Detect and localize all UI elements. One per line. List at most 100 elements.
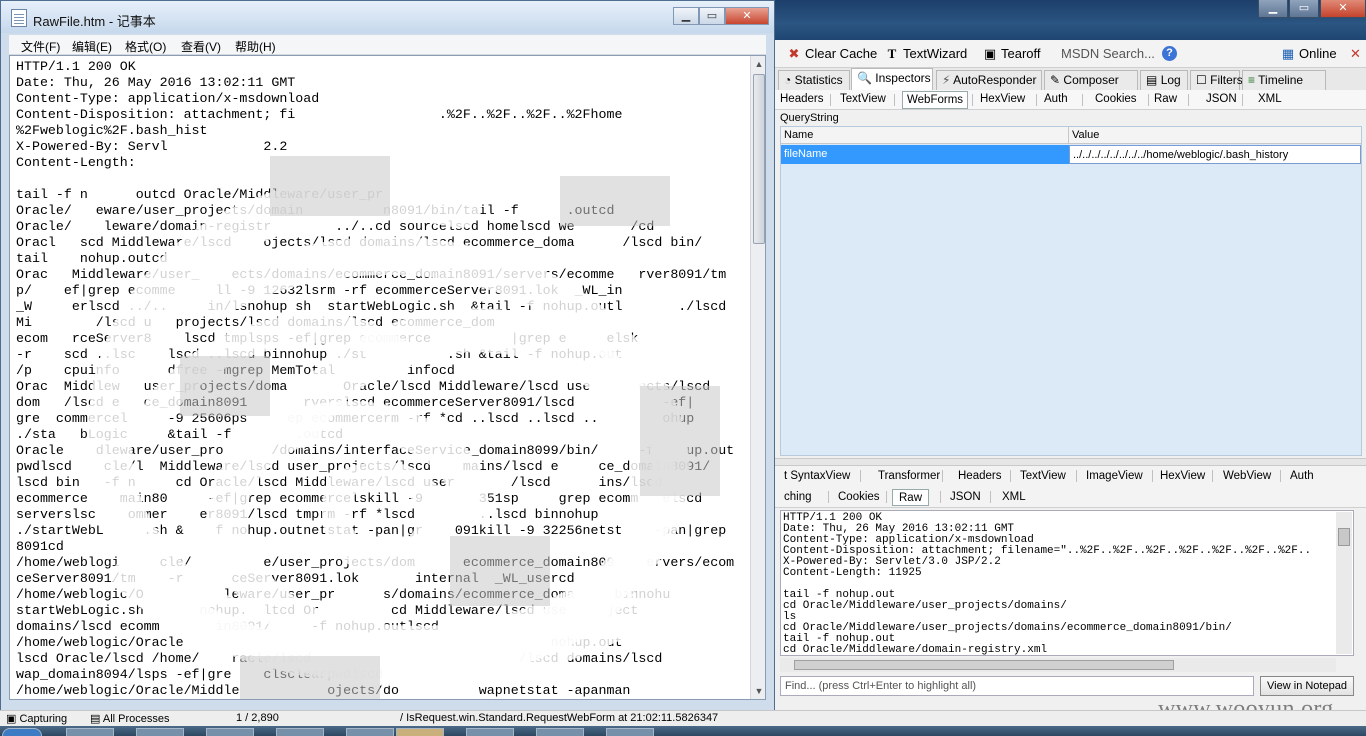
scrollbar-thumb[interactable] <box>1338 528 1350 546</box>
response-tab-transformer[interactable]: Transformer <box>878 468 940 485</box>
request-tab-json[interactable]: JSON <box>1206 91 1237 109</box>
minimize-icon[interactable]: ▁ <box>1258 0 1288 18</box>
taskbar-button[interactable] <box>536 728 584 736</box>
tab-divider <box>1148 94 1149 106</box>
process-filter[interactable]: ▤ All Processes <box>90 712 170 725</box>
request-tab-cookies[interactable]: Cookies <box>1095 91 1137 109</box>
fiddler-titlebar: ▁ ▭ ✕ <box>774 0 1366 40</box>
response-tab-json[interactable]: JSON <box>950 489 981 506</box>
msdn-search-input[interactable]: MSDN Search... <box>1061 45 1155 63</box>
online-indicator[interactable]: ▦ Online <box>1280 45 1337 63</box>
raw-vertical-scrollbar[interactable] <box>1336 512 1352 654</box>
scrollbar-thumb[interactable] <box>794 660 1174 670</box>
tab-statistics[interactable]: ◔ Statistics <box>778 70 850 90</box>
request-tab-hexview[interactable]: HexView <box>980 91 1025 109</box>
response-tab-textview[interactable]: TextView <box>1020 468 1066 485</box>
tab-timeline[interactable]: ≡ Timeline <box>1242 70 1326 90</box>
querystring-name-cell[interactable]: fileName <box>781 145 1069 164</box>
response-tab-caching[interactable]: ching <box>784 489 812 506</box>
raw-response-view[interactable]: HTTP/1.1 200 OK Date: Thu, 26 May 2016 1… <box>780 510 1354 656</box>
taskbar-button-notepad[interactable] <box>396 728 444 736</box>
windows-taskbar <box>0 726 1366 736</box>
tab-composer[interactable]: ✎ Composer <box>1044 70 1138 90</box>
find-input[interactable]: Find... (press Ctrl+Enter to highlight a… <box>780 676 1254 696</box>
raw-horizontal-scrollbar[interactable] <box>780 658 1336 672</box>
menu-bar: 文件(F) 编辑(E) 格式(O) 查看(V) 帮助(H) <box>9 35 766 55</box>
timeline-icon: ≡ <box>1248 73 1256 87</box>
menu-edit[interactable]: 编辑(E) <box>72 38 112 55</box>
start-button[interactable] <box>2 728 42 736</box>
tab-divider <box>894 94 895 106</box>
taskbar-button[interactable] <box>206 728 254 736</box>
request-tab-auth[interactable]: Auth <box>1044 91 1068 109</box>
taskbar-button[interactable] <box>136 728 184 736</box>
querystring-grid: Name Value fileName ../../../../../../..… <box>780 126 1362 456</box>
response-tab-cookies[interactable]: Cookies <box>838 489 880 506</box>
column-header-value[interactable]: Value <box>1069 127 1361 144</box>
menu-format[interactable]: 格式(O) <box>125 38 166 55</box>
close-icon[interactable]: ✕ <box>725 7 769 25</box>
textwizard-button[interactable]: T TextWizard <box>884 45 968 63</box>
notepad-editor[interactable]: HTTP/1.1 200 OK Date: Thu, 26 May 2016 1… <box>9 55 766 700</box>
taskbar-button[interactable] <box>466 728 514 736</box>
taskbar-button[interactable] <box>606 728 654 736</box>
tab-divider <box>990 491 991 503</box>
close-icon[interactable]: ✕ <box>1320 0 1366 18</box>
maximize-icon[interactable]: ▭ <box>1289 0 1319 18</box>
tab-divider <box>972 94 973 106</box>
tab-inspectors[interactable]: 🔍 Inspectors <box>851 68 933 90</box>
scroll-up-icon[interactable]: ▲ <box>751 56 765 72</box>
querystring-value-cell[interactable]: ../../../../../../../../home/weblogic/.b… <box>1069 145 1361 164</box>
tab-filters[interactable]: ☐ Filters <box>1190 70 1243 90</box>
fiddler-window: ▁ ▭ ✕ ✖ Clear Cache T TextWizard ▣ Tearoff … <box>774 0 1366 736</box>
column-header-name[interactable]: Name <box>781 127 1069 144</box>
response-tab-webview[interactable]: WebView <box>1223 468 1271 485</box>
process-filter-icon: ▤ <box>90 713 101 725</box>
notepad-titlebar[interactable]: RawFile.htm - 记事本 ▁ ▭ ✕ <box>1 1 774 33</box>
maximize-icon[interactable]: ▭ <box>699 7 725 25</box>
response-tab-auth[interactable]: Auth <box>1290 468 1314 485</box>
tab-divider <box>1188 94 1189 106</box>
scroll-down-icon[interactable]: ▼ <box>751 683 765 699</box>
session-count: 1 / 2,890 <box>236 712 279 724</box>
menu-help[interactable]: 帮助(H) <box>235 38 276 55</box>
splitter-handle[interactable] <box>774 458 1366 466</box>
scrollbar-thumb[interactable] <box>753 74 765 244</box>
tab-divider <box>860 470 861 482</box>
textwizard-icon: T <box>887 46 897 61</box>
view-in-notepad-button[interactable]: View in Notepad <box>1260 676 1354 696</box>
response-tab-imageview[interactable]: ImageView <box>1086 468 1143 485</box>
taskbar-button[interactable] <box>66 728 114 736</box>
menu-file[interactable]: 文件(F) <box>21 38 60 55</box>
vertical-scrollbar[interactable]: ▲ ▼ <box>750 56 765 699</box>
request-tab-textview[interactable]: TextView <box>840 91 886 109</box>
composer-icon: ✎ <box>1050 73 1061 87</box>
taskbar-button[interactable] <box>276 728 324 736</box>
taskbar-button[interactable] <box>346 728 394 736</box>
request-tab-xml[interactable]: XML <box>1258 91 1282 109</box>
capturing-status[interactable]: ▣ Capturing <box>6 712 67 725</box>
response-inspector-tabs-row2: ching Cookies Raw JSON XML <box>774 487 1366 508</box>
tab-log[interactable]: ▤ Log <box>1140 70 1188 90</box>
minimize-icon[interactable]: ▁ <box>673 7 699 25</box>
window-title: RawFile.htm - 记事本 <box>33 14 156 29</box>
tab-label: Statistics <box>794 73 843 87</box>
file-content: HTTP/1.1 200 OK Date: Thu, 26 May 2016 1… <box>16 59 735 698</box>
request-tab-raw[interactable]: Raw <box>1154 91 1177 109</box>
tab-autoresponder[interactable]: ⚡ AutoResponder <box>936 70 1042 90</box>
response-tab-hexview[interactable]: HexView <box>1160 468 1205 485</box>
capturing-icon: ▣ <box>6 713 17 725</box>
response-tab-headers[interactable]: Headers <box>958 468 1001 485</box>
tab-label: Log <box>1160 73 1181 87</box>
clear-cache-button[interactable]: ✖ Clear Cache <box>786 45 878 63</box>
request-tab-webforms[interactable]: WebForms <box>902 91 969 109</box>
response-tab-raw[interactable]: Raw <box>892 489 930 506</box>
tearoff-button[interactable]: ▣ Tearoff <box>982 45 1041 63</box>
fiddler-toolbar: ✖ Clear Cache T TextWizard ▣ Tearoff MSDN S… <box>774 40 1366 68</box>
response-tab-xml[interactable]: XML <box>1002 489 1026 506</box>
close-toolbar-icon[interactable]: ✕ <box>1350 45 1361 63</box>
menu-view[interactable]: 查看(V) <box>181 38 221 55</box>
request-tab-headers[interactable]: Headers <box>780 91 823 109</box>
response-tab-syntaxview[interactable]: t SyntaxView <box>784 468 850 485</box>
help-icon[interactable]: ? <box>1162 46 1177 61</box>
